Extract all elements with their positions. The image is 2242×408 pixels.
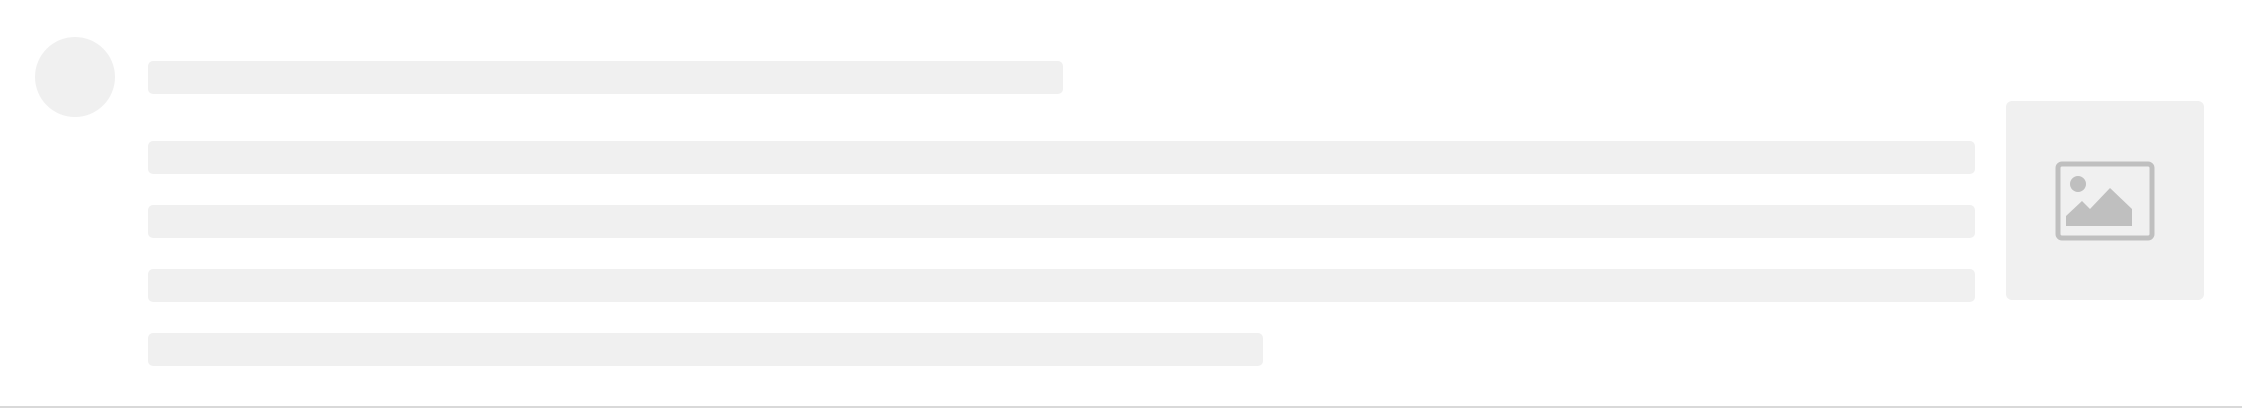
title-placeholder-line xyxy=(148,61,1063,94)
avatar-placeholder xyxy=(35,37,115,117)
paragraph-placeholder-line-3 xyxy=(148,269,1975,302)
paragraph-placeholder-line-1 xyxy=(148,141,1975,174)
image-placeholder xyxy=(2006,101,2204,300)
paragraph-placeholder-line-2 xyxy=(148,205,1975,238)
paragraph-placeholder-line-4 xyxy=(148,333,1263,366)
loading-skeleton-card xyxy=(0,0,2242,408)
picture-icon xyxy=(2055,161,2155,240)
